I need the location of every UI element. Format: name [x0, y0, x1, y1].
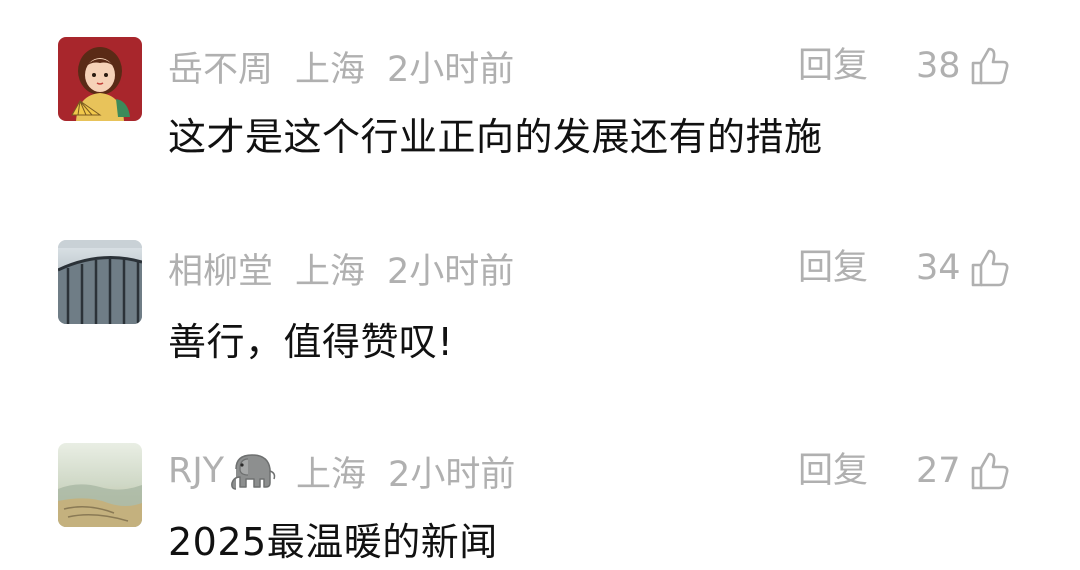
thumbs-up-icon: [971, 47, 1009, 85]
like-button[interactable]: 34: [916, 243, 1011, 293]
timestamp: 2小时前: [388, 454, 516, 495]
timestamp: 2小时前: [387, 251, 515, 292]
avatar-image: [58, 240, 142, 324]
elephant-icon: [231, 454, 276, 490]
avatar-image: [58, 443, 142, 527]
thumbs-up-icon: [971, 249, 1009, 287]
location: 上海: [295, 49, 366, 90]
comment-text: 善行，值得赞叹!: [168, 320, 454, 364]
comment-meta: RJY 上海 2小时前: [168, 446, 515, 496]
comment-item: 相柳堂 上海 2小时前 回复 34 善行，值得赞叹!: [0, 200, 1080, 364]
avatar-image: [58, 37, 142, 121]
reply-button[interactable]: 回复: [798, 446, 868, 496]
like-count: 38: [916, 46, 961, 86]
thumbs-up-icon: [971, 452, 1009, 490]
location: 上海: [295, 251, 366, 292]
avatar[interactable]: [58, 240, 142, 324]
like-button[interactable]: 27: [916, 446, 1011, 496]
reply-button[interactable]: 回复: [798, 41, 868, 91]
location: 上海: [296, 454, 367, 495]
comment-meta: 相柳堂 上海 2小时前: [168, 243, 514, 293]
comment-text: 2025最温暖的新闻: [168, 520, 498, 564]
comment-item: 岳不周 上海 2小时前 回复 38 这才是这个行业正向的发展还有的措施: [0, 0, 1080, 160]
comment-meta: 岳不周 上海 2小时前: [168, 41, 514, 91]
timestamp: 2小时前: [387, 49, 515, 90]
comment-text: 这才是这个行业正向的发展还有的措施: [168, 115, 823, 159]
username[interactable]: RJY: [168, 451, 224, 491]
reply-button[interactable]: 回复: [798, 243, 868, 293]
username[interactable]: 岳不周: [168, 41, 273, 92]
like-count: 27: [916, 451, 961, 491]
username[interactable]: 相柳堂: [168, 243, 273, 294]
avatar[interactable]: [58, 443, 142, 527]
comment-item: RJY 上海 2小时前 回复 27 2025最温暖的新闻: [0, 403, 1080, 564]
like-button[interactable]: 38: [916, 41, 1011, 91]
like-count: 34: [916, 248, 961, 288]
avatar[interactable]: [58, 37, 142, 121]
